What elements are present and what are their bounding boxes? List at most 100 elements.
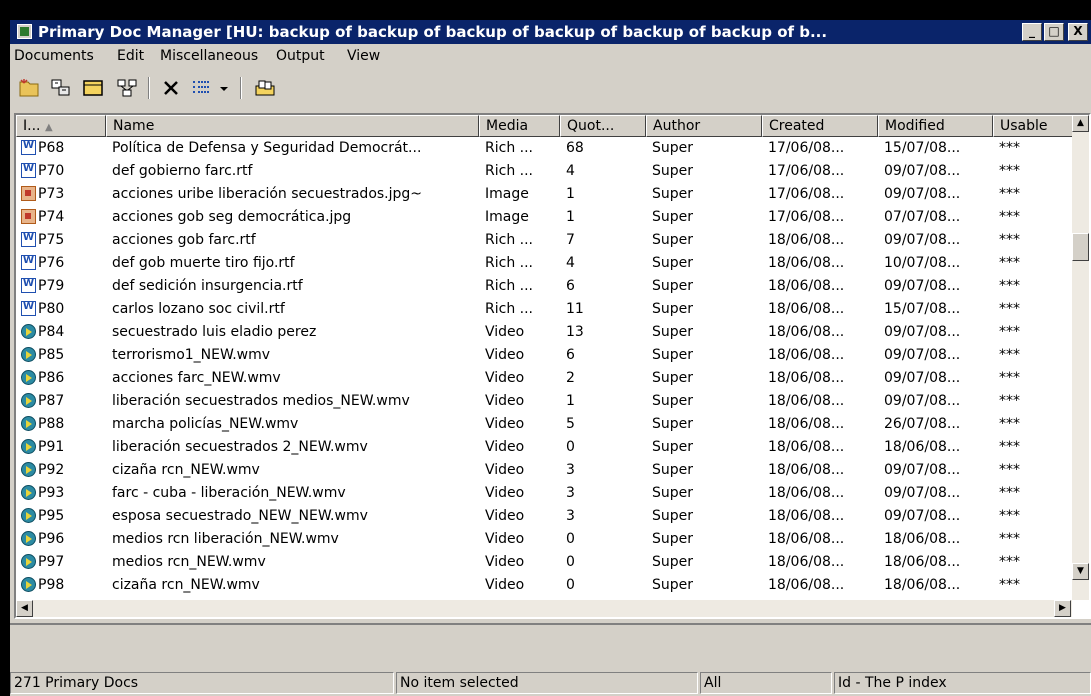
status-doc-count: 271 Primary Docs xyxy=(10,672,394,694)
delete-icon[interactable] xyxy=(160,78,182,98)
column-header-usable[interactable]: Usable xyxy=(993,115,1076,137)
table-row[interactable]: P88 marcha policías_NEW.wmv Video 5 Super 18/… xyxy=(16,413,1076,436)
cell-id: P80 xyxy=(38,301,65,317)
scroll-up-arrow-icon[interactable]: ▲ xyxy=(1072,115,1089,132)
menu-edit[interactable]: Edit xyxy=(117,48,144,64)
dropdown-arrow-icon[interactable] xyxy=(218,78,230,98)
cell-id: P70 xyxy=(38,163,65,179)
cell-usable: *** xyxy=(999,324,1020,340)
cell-id: P74 xyxy=(38,209,65,225)
horizontal-scrollbar[interactable]: ◀ ▶ xyxy=(16,600,1072,617)
cell-usable: *** xyxy=(999,531,1020,547)
cell-id: P98 xyxy=(38,577,65,593)
column-header-created[interactable]: Created xyxy=(762,115,878,137)
table-row[interactable]: P76 def gob muerte tiro fijo.rtf Rich ... 4… xyxy=(16,252,1076,275)
cell-media: Video xyxy=(485,324,525,340)
table-row[interactable]: P68 Política de Defensa y Seguridad Democ… xyxy=(16,137,1076,160)
rtf-document-icon xyxy=(21,232,36,247)
table-row[interactable]: P97 medios rcn_NEW.wmv Video 0 Super 18/06/08… xyxy=(16,551,1076,574)
video-document-icon xyxy=(21,531,36,546)
cell-name: carlos lozano soc civil.rtf xyxy=(112,301,285,317)
cell-name: def gob muerte tiro fijo.rtf xyxy=(112,255,295,271)
cell-id: P91 xyxy=(38,439,65,455)
network-icon[interactable] xyxy=(116,78,138,98)
column-header-quotations[interactable]: Quot... xyxy=(560,115,646,137)
cell-media: Video xyxy=(485,554,525,570)
table-row[interactable]: P86 acciones farc_NEW.wmv Video 2 Super 18/06… xyxy=(16,367,1076,390)
cell-modified: 18/06/08... xyxy=(884,577,961,593)
cell-media: Video xyxy=(485,462,525,478)
title-bar[interactable]: Primary Doc Manager [HU: backup of backu… xyxy=(10,20,1091,44)
rtf-document-icon xyxy=(21,255,36,270)
table-row[interactable]: P91 liberación secuestrados 2_NEW.wmv Vide… xyxy=(16,436,1076,459)
table-row[interactable]: P79 def sedición insurgencia.rtf Rich ... 6… xyxy=(16,275,1076,298)
window-title: Primary Doc Manager [HU: backup of backu… xyxy=(38,23,828,41)
table-row[interactable]: P75 acciones gob farc.rtf Rich ... 7 Super 18… xyxy=(16,229,1076,252)
cell-usable: *** xyxy=(999,209,1020,225)
menu-documents[interactable]: Documents xyxy=(14,48,94,64)
cell-author: Super xyxy=(652,278,694,294)
rtf-document-icon xyxy=(21,140,36,155)
table-row[interactable]: P93 farc - cuba - liberación_NEW.wmv Video… xyxy=(16,482,1076,505)
table-row[interactable]: P95 esposa secuestrado_NEW_NEW.wmv Video 3 S… xyxy=(16,505,1076,528)
menu-bar: Documents Edit Miscellaneous Output View xyxy=(10,44,1091,68)
cell-media: Video xyxy=(485,577,525,593)
table-row[interactable]: P80 carlos lozano soc civil.rtf Rich ... 11… xyxy=(16,298,1076,321)
maximize-button[interactable]: □ xyxy=(1044,23,1064,41)
table-row[interactable]: P96 medios rcn liberación_NEW.wmv Video 0 Su… xyxy=(16,528,1076,551)
menu-miscellaneous[interactable]: Miscellaneous xyxy=(160,48,258,64)
minimize-button[interactable]: _ xyxy=(1022,23,1042,41)
column-header-id-label: I... xyxy=(23,118,41,134)
close-button[interactable]: X xyxy=(1068,23,1088,41)
cell-name: Política de Defensa y Seguridad Democrát… xyxy=(112,140,422,156)
cell-modified: 18/06/08... xyxy=(884,554,961,570)
cell-created: 18/06/08... xyxy=(768,255,845,271)
cell-usable: *** xyxy=(999,370,1020,386)
scroll-right-arrow-icon[interactable]: ▶ xyxy=(1054,600,1071,617)
table-row[interactable]: P70 def gobierno farc.rtf Rich ... 4 Super 17… xyxy=(16,160,1076,183)
scroll-left-arrow-icon[interactable]: ◀ xyxy=(16,600,33,617)
table-row[interactable]: P84 secuestrado luis eladio perez Video 13 S… xyxy=(16,321,1076,344)
scroll-thumb[interactable] xyxy=(1072,233,1089,261)
card-icon[interactable] xyxy=(82,78,104,98)
cell-media: Video xyxy=(485,531,525,547)
video-document-icon xyxy=(21,462,36,477)
table-row[interactable]: P73 acciones uribe liberación secuestrado… xyxy=(16,183,1076,206)
column-header-name[interactable]: Name xyxy=(106,115,479,137)
table-row[interactable]: P92 cizaña rcn_NEW.wmv Video 3 Super 18/06/08… xyxy=(16,459,1076,482)
scroll-down-arrow-icon[interactable]: ▼ xyxy=(1072,563,1089,580)
menu-view[interactable]: View xyxy=(347,48,380,64)
vertical-scrollbar[interactable]: ▲ ▼ xyxy=(1072,115,1089,600)
cell-id: P84 xyxy=(38,324,65,340)
cell-modified: 09/07/08... xyxy=(884,278,961,294)
column-header-author[interactable]: Author xyxy=(646,115,762,137)
table-row[interactable]: P85 terrorismo1_NEW.wmv Video 6 Super 18/06/0… xyxy=(16,344,1076,367)
cell-name: acciones farc_NEW.wmv xyxy=(112,370,281,386)
cell-usable: *** xyxy=(999,347,1020,363)
new-doc-icon[interactable] xyxy=(18,78,40,98)
cell-media: Rich ... xyxy=(485,140,533,156)
family-icon[interactable] xyxy=(254,78,276,98)
cell-id: P68 xyxy=(38,140,65,156)
cell-quotations: 1 xyxy=(566,393,575,409)
cell-author: Super xyxy=(652,439,694,455)
cell-modified: 09/07/08... xyxy=(884,485,961,501)
comment-pane[interactable] xyxy=(10,623,1091,665)
menu-output[interactable]: Output xyxy=(276,48,325,64)
video-document-icon xyxy=(21,508,36,523)
table-row[interactable]: P98 cizaña rcn_NEW.wmv Video 0 Super 18/06/08… xyxy=(16,574,1076,597)
view-options-icon[interactable] xyxy=(190,78,212,98)
column-header-id[interactable]: I... ▲ xyxy=(16,115,106,137)
column-header-media[interactable]: Media xyxy=(479,115,560,137)
assign-doc-icon[interactable] xyxy=(50,78,72,98)
cell-created: 18/06/08... xyxy=(768,301,845,317)
cell-usable: *** xyxy=(999,462,1020,478)
cell-created: 18/06/08... xyxy=(768,347,845,363)
cell-id: P88 xyxy=(38,416,65,432)
table-row[interactable]: P87 liberación secuestrados medios_NEW.wm… xyxy=(16,390,1076,413)
table-row[interactable]: P74 acciones gob seg democrática.jpg Image… xyxy=(16,206,1076,229)
cell-usable: *** xyxy=(999,439,1020,455)
cell-media: Video xyxy=(485,416,525,432)
cell-media: Rich ... xyxy=(485,278,533,294)
column-header-modified[interactable]: Modified xyxy=(878,115,993,137)
